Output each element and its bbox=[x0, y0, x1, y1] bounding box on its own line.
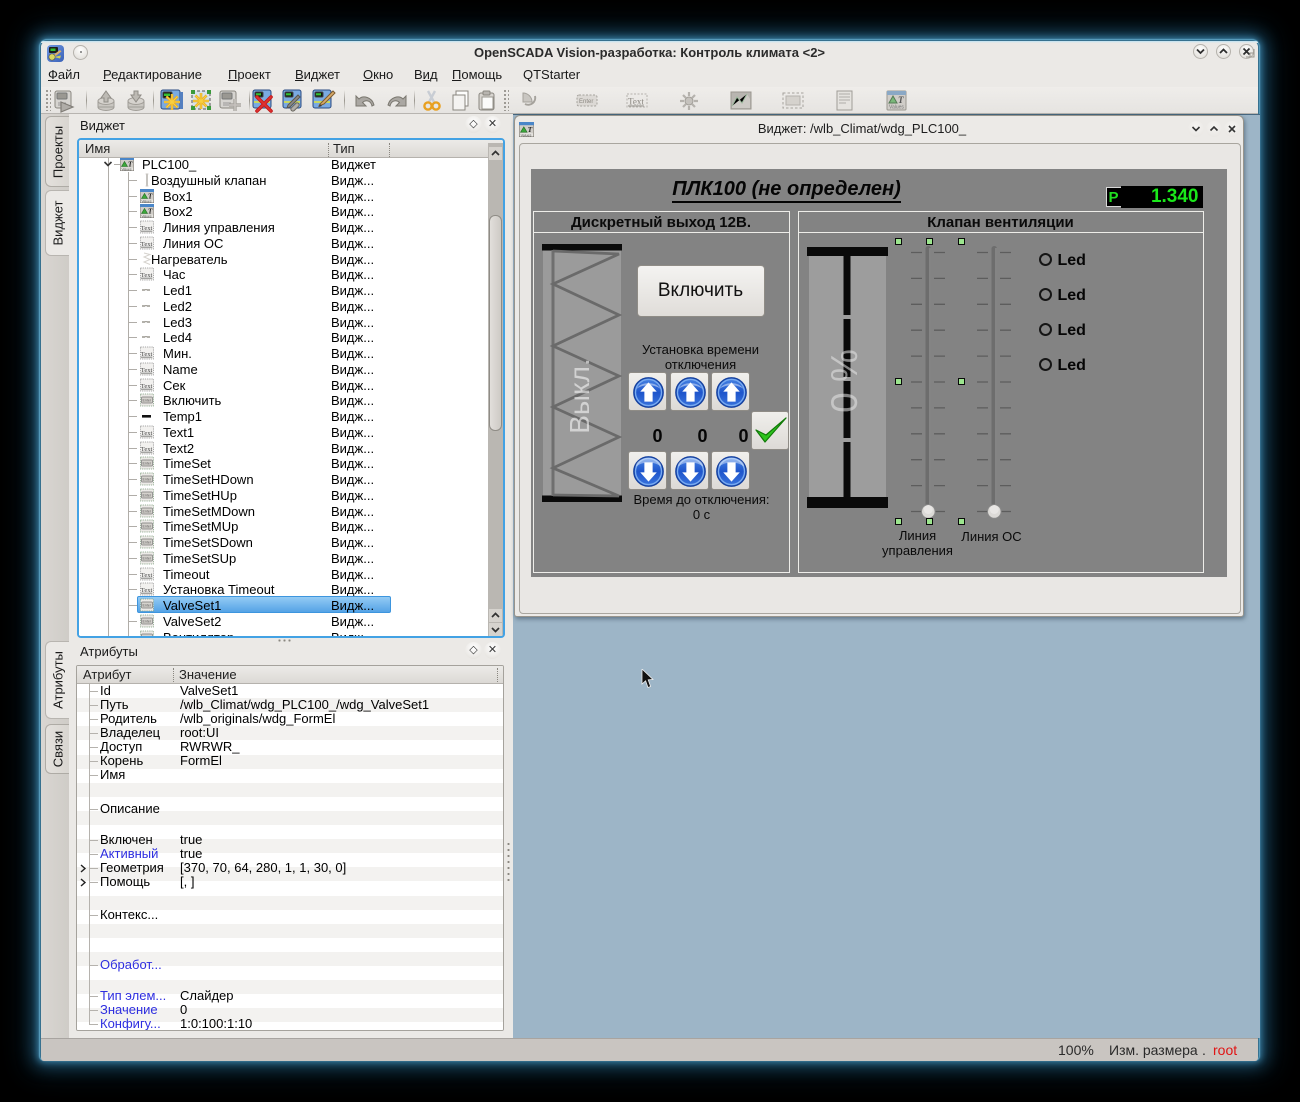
svg-text:Values: Values bbox=[889, 105, 904, 111]
svg-text:Text: Text bbox=[628, 97, 644, 107]
svg-text:Enter: Enter bbox=[143, 635, 152, 636]
svg-text:Text: Text bbox=[141, 571, 153, 578]
svg-text:Text: Text bbox=[141, 367, 153, 374]
svg-text:T: T bbox=[898, 95, 904, 105]
svg-text:Text: Text bbox=[141, 587, 153, 594]
svg-text:Enter: Enter bbox=[143, 493, 152, 497]
svg-text:Values: Values bbox=[142, 214, 152, 218]
svg-text:Values: Values bbox=[122, 167, 132, 171]
svg-text:Enter: Enter bbox=[143, 478, 152, 482]
svg-text:Enter: Enter bbox=[143, 556, 152, 560]
svg-text:Text: Text bbox=[141, 445, 153, 452]
svg-text:Text: Text bbox=[141, 430, 153, 437]
svg-text:Enter: Enter bbox=[143, 509, 152, 513]
svg-text:Enter: Enter bbox=[579, 99, 593, 105]
svg-text:Enter: Enter bbox=[143, 541, 152, 545]
svg-text:Text: Text bbox=[141, 272, 153, 279]
svg-text:Enter: Enter bbox=[143, 604, 152, 608]
svg-text:Enter: Enter bbox=[143, 525, 152, 529]
svg-text:Text: Text bbox=[141, 351, 153, 358]
svg-text:Enter: Enter bbox=[143, 619, 152, 623]
svg-text:Text: Text bbox=[141, 382, 153, 389]
svg-text:Values: Values bbox=[142, 199, 152, 203]
svg-text:Values: Values bbox=[521, 133, 532, 137]
svg-text:Enter: Enter bbox=[143, 462, 152, 466]
svg-text:Text: Text bbox=[141, 225, 153, 232]
svg-text:Enter: Enter bbox=[143, 399, 152, 403]
svg-text:Text: Text bbox=[141, 241, 153, 248]
